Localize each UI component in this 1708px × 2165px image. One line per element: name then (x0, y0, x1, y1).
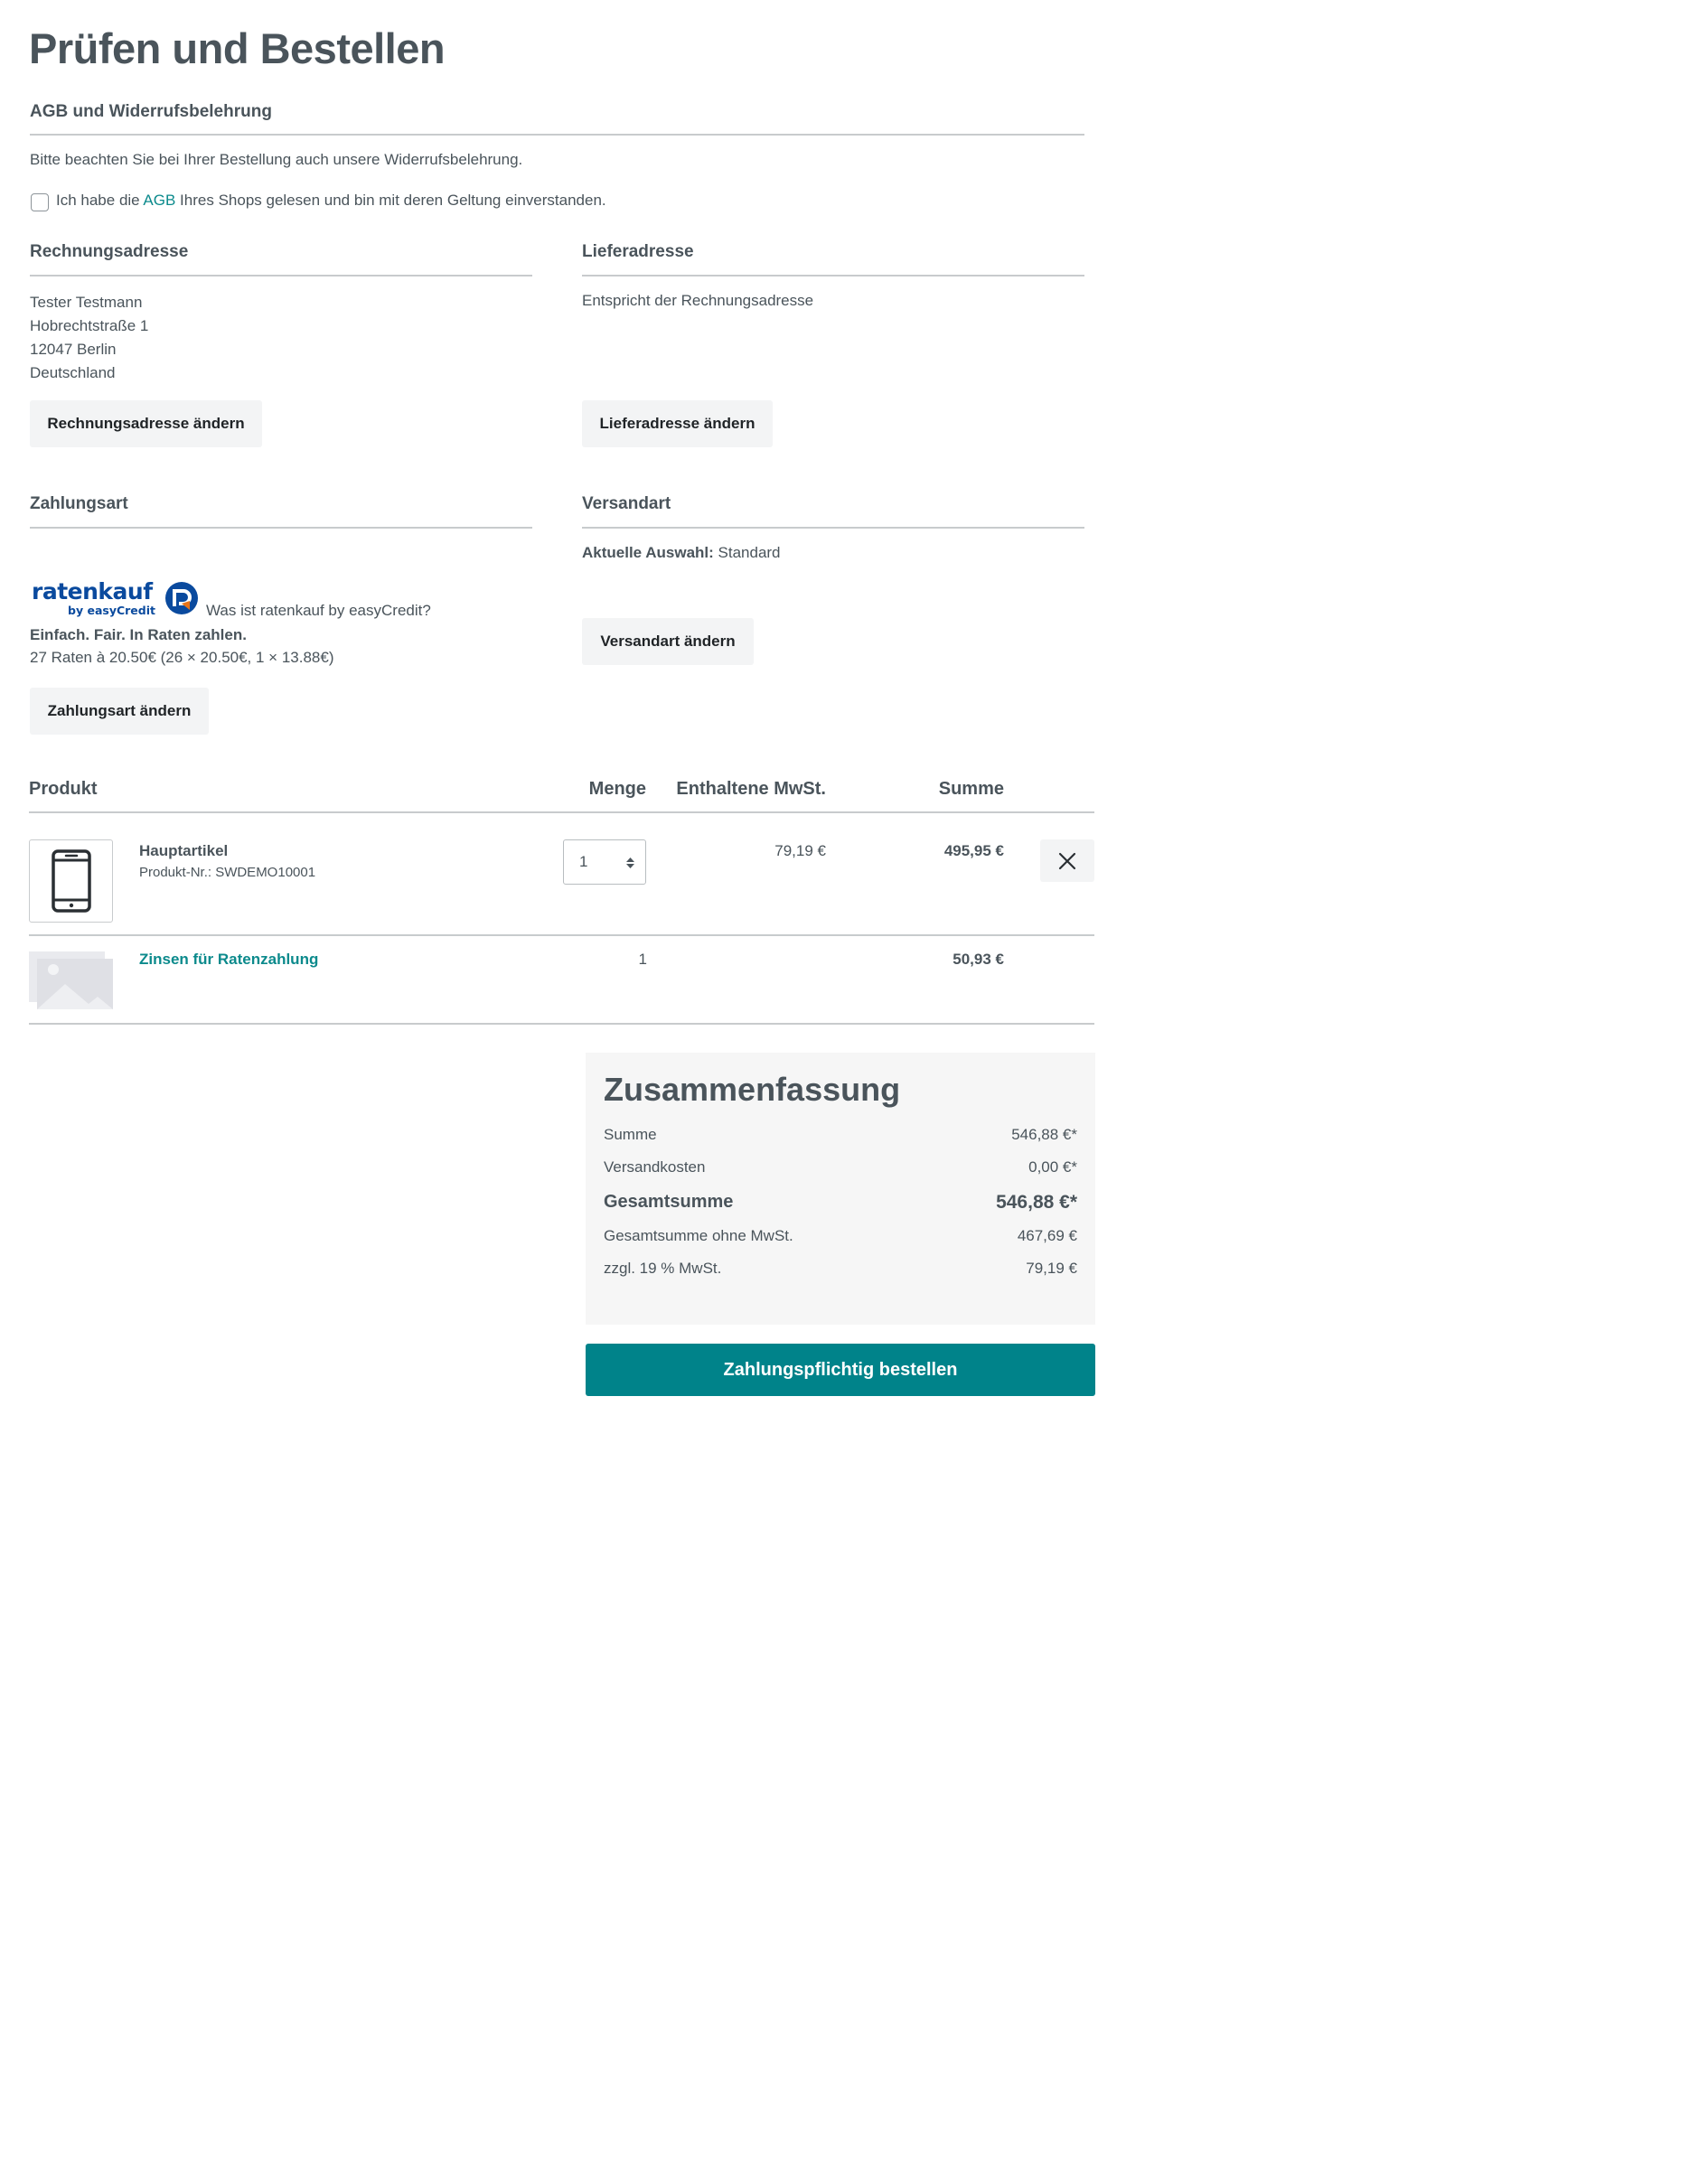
place-order-button[interactable]: Zahlungspflichtig bestellen (586, 1344, 1095, 1396)
terms-label-suffix: Ihres Shops gelesen und bin mit deren Ge… (175, 192, 606, 209)
cart-header-product: Produkt (29, 779, 98, 799)
agb-link[interactable]: AGB (143, 192, 175, 209)
payment-tagline: Einfach. Fair. In Raten zahlen. (30, 626, 247, 643)
change-billing-address-button[interactable]: Rechnungsadresse ändern (30, 400, 262, 447)
ratenkauf-logo-sub: by easyCredit (68, 604, 155, 617)
cart-row-divider (29, 934, 1094, 936)
billing-street: Hobrechtstraße 1 (30, 317, 149, 334)
summary-net-total-value: 467,69 € (1017, 1227, 1077, 1244)
summary-vat-label: zzgl. 19 % MwSt. (604, 1260, 722, 1277)
page-title: Prüfen und Bestellen (29, 24, 446, 72)
shipping-method-current: Aktuelle Auswahl: Standard (582, 544, 781, 562)
installment-rates: 27 Raten à 20.50€ (26 × 20.50€, 1 × 13.8… (30, 649, 334, 666)
shipping-method-section-title: Versandart (582, 494, 671, 513)
billing-name: Tester Testmann (30, 294, 143, 311)
product-sku: Produkt-Nr.: SWDEMO10001 (139, 865, 316, 880)
billing-address: Tester Testmann Hobrechtstraße 1 12047 B… (30, 291, 148, 385)
easycredit-emblem-icon (164, 581, 199, 615)
image-placeholder-icon (29, 951, 113, 1009)
quantity-value: 1 (579, 853, 588, 870)
product-vat: 79,19 € (774, 842, 826, 859)
summary-title: Zusammenfassung (604, 1071, 901, 1108)
change-shipping-method-button[interactable]: Versandart ändern (582, 618, 754, 665)
shipping-address-divider (582, 275, 1084, 276)
summary-subtotal-value: 546,88 €* (1011, 1126, 1077, 1143)
payment-section-title: Zahlungsart (30, 494, 128, 513)
select-arrows-icon (626, 858, 634, 868)
change-payment-method-button[interactable]: Zahlungsart ändern (30, 688, 209, 735)
summary-net-total-label: Gesamtsumme ohne MwSt. (604, 1227, 793, 1244)
cart-header-vat: Enthaltene MwSt. (676, 779, 826, 799)
shipping-method-divider (582, 527, 1084, 529)
terms-section-title: AGB und Widerrufsbelehrung (30, 102, 272, 121)
change-shipping-address-button[interactable]: Lieferadresse ändern (582, 400, 773, 447)
withdrawal-notice-link[interactable]: Bitte beachten Sie bei Ihrer Bestellung … (30, 151, 522, 169)
summary-grand-total-value: 546,88 €* (996, 1192, 1077, 1213)
terms-divider (30, 134, 1084, 136)
payment-divider (30, 527, 532, 529)
terms-checkbox-label: Ich habe die AGB Ihres Shops gelesen und… (56, 192, 606, 210)
shipping-address-section-title: Lieferadresse (582, 242, 694, 261)
product-total: 495,95 € (943, 842, 1004, 859)
ratenkauf-logo: ratenkauf by easyCredit (32, 579, 158, 621)
summary-subtotal-label: Summe (604, 1126, 657, 1143)
shipping-method-current-value: Standard (713, 544, 781, 561)
shipping-method-current-label: Aktuelle Auswahl: (582, 544, 714, 561)
cart-header-total: Summe (938, 779, 1004, 799)
summary-shipping-label: Versandkosten (604, 1158, 706, 1176)
shipping-address-text: Entspricht der Rechnungsadresse (582, 292, 814, 309)
product-thumbnail[interactable] (29, 839, 113, 923)
summary-grand-total-label: Gesamtsumme (604, 1192, 734, 1212)
ratenkauf-logo-word: ratenkauf (32, 578, 153, 605)
quantity-select[interactable]: 1 (563, 839, 646, 885)
billing-country: Deutschland (30, 364, 116, 381)
terms-checkbox[interactable] (31, 193, 49, 211)
billing-city: 12047 Berlin (30, 341, 117, 358)
order-summary: Zusammenfassung Summe 546,88 €* Versandk… (586, 1053, 1095, 1325)
close-icon (1058, 852, 1076, 869)
interest-item-name[interactable]: Zinsen für Ratenzahlung (139, 951, 318, 969)
product-name[interactable]: Hauptartikel (139, 842, 228, 860)
easycredit-info-link[interactable]: Was ist ratenkauf by easyCredit? (206, 602, 431, 620)
billing-section-title: Rechnungsadresse (30, 242, 189, 261)
billing-divider (30, 275, 532, 276)
cart-bottom-divider (29, 1023, 1094, 1025)
interest-item-quantity: 1 (638, 951, 647, 968)
cart-header-divider (29, 811, 1094, 813)
smartphone-icon (51, 849, 91, 913)
terms-label-prefix: Ich habe die (56, 192, 144, 209)
remove-item-button[interactable] (1040, 839, 1094, 882)
interest-item-total: 50,93 € (953, 951, 1004, 968)
summary-shipping-value: 0,00 €* (1028, 1158, 1077, 1176)
summary-vat-value: 79,19 € (1026, 1260, 1077, 1277)
